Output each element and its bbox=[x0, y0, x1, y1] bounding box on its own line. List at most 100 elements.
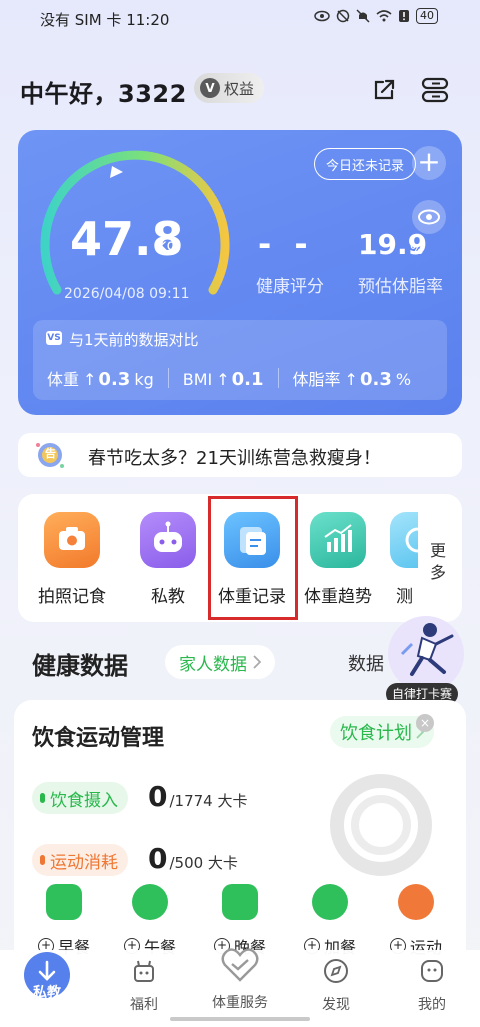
alert-icon bbox=[399, 10, 409, 22]
calorie-ring bbox=[330, 774, 432, 876]
weight-date: 2026/04/08 09:11 bbox=[64, 286, 190, 302]
compare-weight-unit: kg bbox=[134, 370, 154, 389]
compare-fat-label: 体脂率 bbox=[292, 370, 341, 389]
divider bbox=[277, 368, 279, 388]
quick-action-label: 拍照记食 bbox=[38, 587, 106, 607]
close-icon[interactable]: × bbox=[416, 714, 434, 732]
chevron-right-icon bbox=[253, 655, 261, 669]
comparison-box: VS 与1天前的数据对比 体重 ↑ 0.3 kg BMI ↑ 0.1 体脂率 ↑… bbox=[33, 320, 447, 400]
compare-bmi-arrow: ↑ bbox=[216, 370, 230, 389]
burger-icon bbox=[222, 884, 258, 920]
bottom-navigation: 私教 福利 体重服务 发现 我的 bbox=[0, 948, 480, 1027]
status-time: 没有 SIM 卡 11:20 bbox=[40, 11, 170, 29]
compare-weight-value: 0.3 bbox=[98, 369, 131, 390]
eye-icon bbox=[314, 10, 330, 22]
rights-label: 权益 bbox=[224, 79, 255, 98]
burn-total: /500 大卡 bbox=[169, 854, 238, 872]
greeting-title: 中午好，3322 bbox=[20, 80, 187, 108]
battery-icon: 40 bbox=[416, 8, 438, 24]
nav-weight-service[interactable]: 体重服务 bbox=[200, 948, 280, 1012]
profile-face-icon bbox=[421, 960, 443, 982]
quick-action-measure[interactable]: 测 bbox=[378, 512, 418, 612]
compare-fat-unit: % bbox=[395, 370, 412, 389]
compare-bmi-value: 0.1 bbox=[231, 369, 264, 390]
nav-mine[interactable]: 我的 bbox=[392, 956, 472, 1014]
rights-badge[interactable]: V 权益 bbox=[194, 73, 265, 103]
vs-icon: VS bbox=[46, 331, 62, 345]
nav-label: 体重服务 bbox=[212, 995, 268, 1011]
weight-unit: kg bbox=[158, 236, 177, 254]
nav-benefits[interactable]: 福利 bbox=[104, 956, 184, 1014]
compare-bmi-label: BMI bbox=[182, 370, 213, 389]
family-data-label: 家人数据 bbox=[179, 654, 247, 675]
quick-action-label: 私教 bbox=[151, 587, 185, 607]
active-tab-label: 私教 bbox=[33, 985, 61, 1001]
family-data-button[interactable]: 家人数据 bbox=[165, 645, 275, 679]
trend-chart-icon bbox=[310, 512, 366, 568]
share-icon[interactable] bbox=[370, 76, 398, 104]
diet-card-title: 饮食运动管理 bbox=[32, 726, 165, 751]
health-data-title: 健康数据 bbox=[32, 652, 128, 680]
intake-calories: 0 /1774 大卡 bbox=[148, 780, 247, 813]
fruit-icon bbox=[312, 884, 348, 920]
intake-label: 饮食摄入 bbox=[32, 782, 128, 814]
intake-total: /1774 大卡 bbox=[169, 792, 248, 810]
exercise-entry[interactable]: + 运动 bbox=[380, 884, 452, 958]
meal-lunch[interactable]: + 午餐 bbox=[114, 884, 186, 958]
notice-text: 春节吃太多？21天训练营急救瘦身！ bbox=[88, 448, 381, 469]
nav-discover[interactable]: 发现 bbox=[296, 956, 376, 1014]
comparison-row: 体重 ↑ 0.3 kg BMI ↑ 0.1 体脂率 ↑ 0.3 % bbox=[47, 366, 411, 390]
meal-breakfast[interactable]: + 早餐 bbox=[28, 884, 100, 958]
gift-icon bbox=[134, 960, 154, 982]
home-indicator bbox=[170, 1017, 310, 1021]
status-bar: 没有 SIM 卡 11:20 40 bbox=[0, 0, 480, 36]
bread-icon bbox=[46, 884, 82, 920]
promo-notice[interactable]: 告 春节吃太多？21天训练营急救瘦身！ bbox=[18, 433, 462, 477]
compass-icon bbox=[324, 959, 348, 983]
health-score-label: 健康评分 bbox=[256, 277, 324, 297]
rice-bowl-icon bbox=[132, 884, 168, 920]
weight-card[interactable]: 47.8 kg 2026/04/08 09:11 - - 健康评分 19.9 %… bbox=[18, 130, 462, 415]
quick-action-label: 测 bbox=[396, 587, 413, 607]
add-icon[interactable]: + bbox=[412, 146, 446, 180]
health-score-value: - - bbox=[258, 225, 314, 263]
comparison-title: 与1天前的数据对比 bbox=[69, 331, 199, 349]
alarm-off-icon bbox=[336, 9, 350, 23]
diet-plan-label: 饮食计划 bbox=[340, 723, 412, 744]
announcement-icon-text: 告 bbox=[45, 447, 56, 460]
robot-icon bbox=[140, 512, 196, 568]
nav-label: 我的 bbox=[418, 997, 446, 1013]
body-fat-unit: % bbox=[410, 242, 424, 258]
compare-fat-arrow: ↑ bbox=[344, 370, 358, 389]
burn-calories: 0 /500 大卡 bbox=[148, 842, 238, 875]
nav-label: 福利 bbox=[130, 997, 158, 1013]
status-icons: 40 bbox=[314, 8, 438, 24]
ball-icon bbox=[398, 884, 434, 920]
wifi-icon bbox=[376, 10, 392, 22]
quick-action-photo-meal[interactable]: 拍照记食 bbox=[32, 512, 112, 612]
divider bbox=[167, 368, 169, 388]
measure-icon bbox=[390, 512, 418, 568]
vip-icon: V bbox=[200, 78, 220, 98]
quick-action-weight-trend[interactable]: 体重趋势 bbox=[298, 512, 378, 612]
quick-action-trainer[interactable]: 私教 bbox=[128, 512, 208, 612]
burn-value: 0 bbox=[148, 842, 168, 875]
compare-weight-label: 体重 bbox=[47, 370, 80, 389]
meal-snack[interactable]: + 加餐 bbox=[294, 884, 366, 958]
burn-label: 运动消耗 bbox=[32, 844, 128, 876]
device-menu-icon[interactable] bbox=[420, 76, 450, 104]
today-record-button[interactable]: 今日还未记录 bbox=[314, 148, 417, 180]
nav-label: 发现 bbox=[322, 997, 350, 1013]
quick-action-label: 体重趋势 bbox=[304, 587, 372, 607]
diet-exercise-card: 饮食运动管理 饮食计划 × 饮食摄入 0 /1774 大卡 运动消耗 0 /50… bbox=[14, 700, 466, 970]
compare-fat-value: 0.3 bbox=[359, 369, 392, 390]
camera-icon bbox=[44, 512, 100, 568]
highlight-box bbox=[208, 496, 298, 620]
visibility-icon[interactable] bbox=[412, 200, 446, 234]
intake-value: 0 bbox=[148, 780, 168, 813]
body-fat-label: 预估体脂率 bbox=[358, 277, 443, 297]
heart-icon bbox=[221, 948, 259, 982]
mute-icon bbox=[356, 9, 370, 23]
compare-weight-arrow: ↑ bbox=[83, 370, 97, 389]
more-button[interactable]: 更多 bbox=[430, 540, 446, 584]
